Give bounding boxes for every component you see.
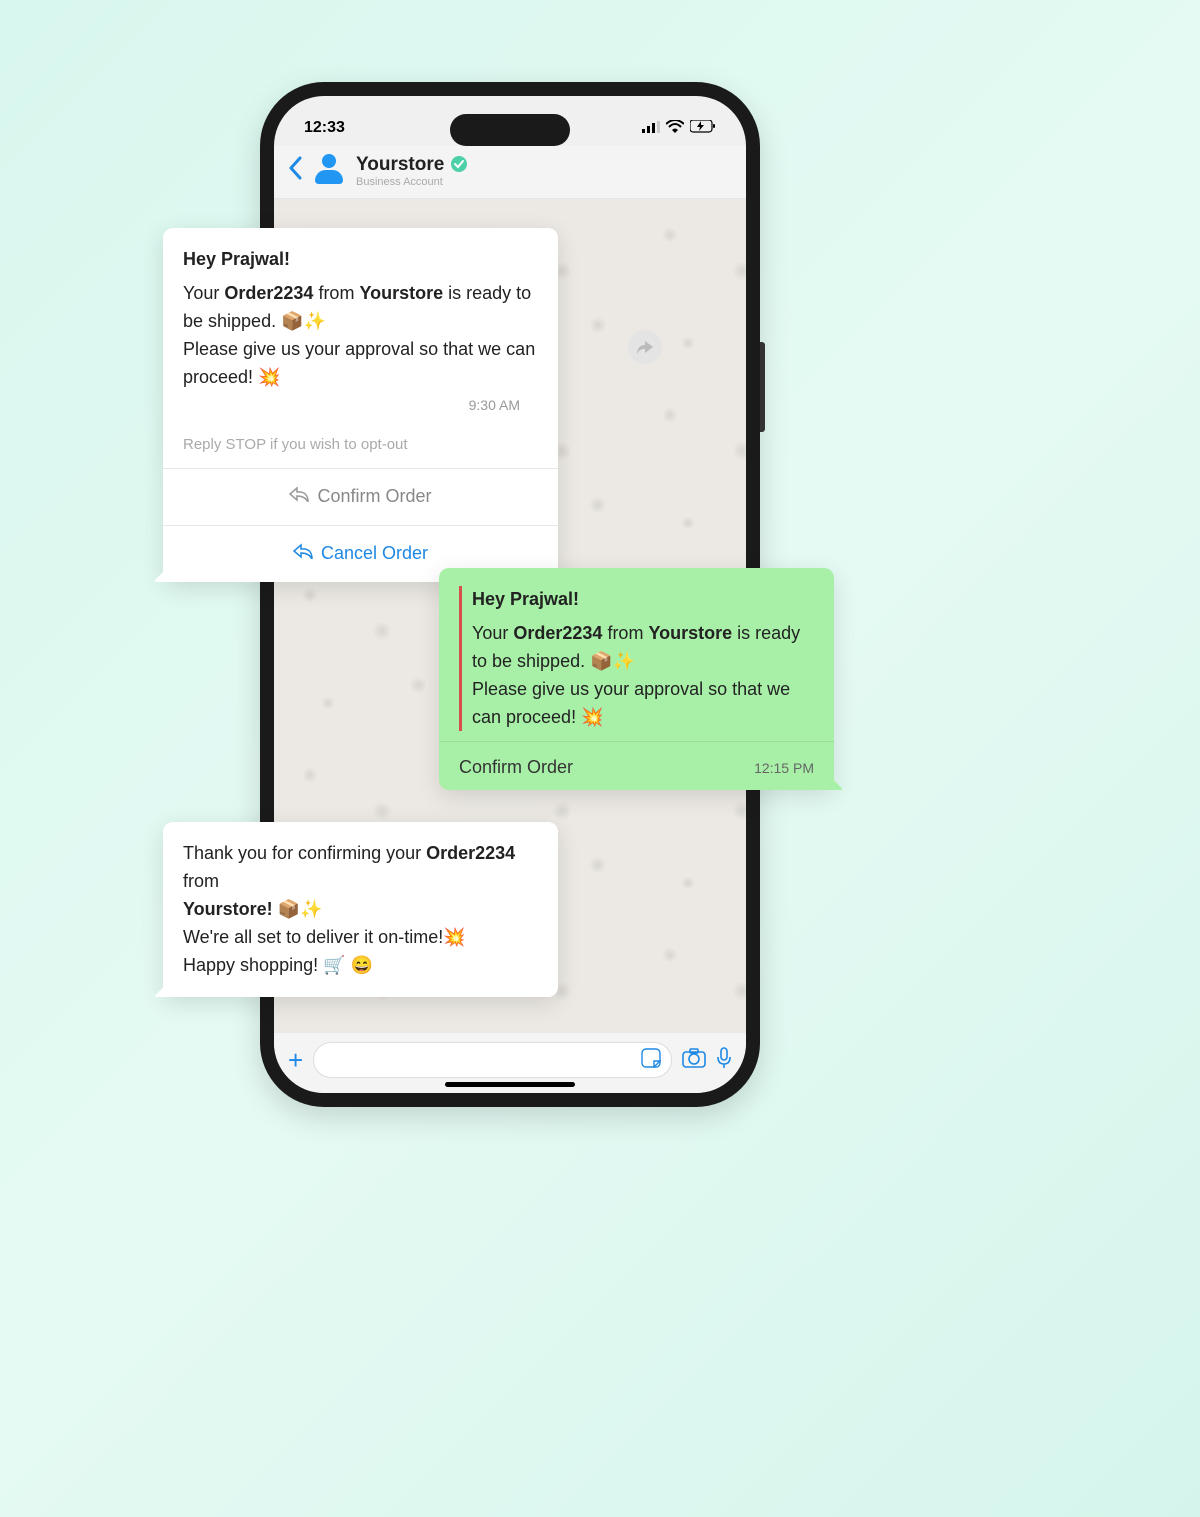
msg2-greeting: Hey Prajwal! [472,586,814,614]
msg3-line3: We're all set to deliver it on-time!💥 [183,924,538,952]
contact-subtitle: Business Account [356,176,468,188]
msg1-line2: Please give us your approval so that we … [183,336,538,392]
msg3-line1: Thank you for confirming your Order2234 … [183,840,538,896]
camera-icon[interactable] [682,1048,706,1073]
msg2-timestamp: 12:15 PM [754,758,814,780]
incoming-message-card: Hey Prajwal! Your Order2234 from Yoursto… [163,228,558,582]
reply-icon [289,483,309,511]
outgoing-reply-card: Hey Prajwal! Your Order2234 from Yoursto… [439,568,834,790]
msg1-line1: Your Order2234 from Yourstore is ready t… [183,280,538,336]
msg3-line4: Happy shopping! 🛒 😄 [183,952,538,980]
selected-reply-row: Confirm Order 12:15 PM [439,741,834,790]
contact-avatar[interactable] [312,154,346,188]
msg2-line1: Your Order2234 from Yourstore is ready t… [472,620,814,676]
status-time: 12:33 [304,119,345,137]
confirm-order-label: Confirm Order [317,483,431,511]
incoming-confirmation-card: Thank you for confirming your Order2234 … [163,822,558,997]
quoted-message: Hey Prajwal! Your Order2234 from Yoursto… [459,586,814,731]
reply-icon [293,540,313,568]
verified-badge-icon [450,155,468,176]
dynamic-island [450,114,570,146]
chat-header: Yourstore Business Account [274,146,746,199]
forward-icon[interactable] [628,330,662,364]
wifi-icon [666,120,684,137]
attach-button[interactable]: + [288,1045,303,1076]
battery-icon [690,120,716,137]
microphone-icon[interactable] [716,1047,732,1074]
sticker-icon[interactable] [641,1048,661,1073]
contact-info[interactable]: Yourstore Business Account [356,154,468,188]
msg3-line2: Yourstore! 📦✨ [183,896,538,924]
status-icons [642,120,716,137]
selected-reply-text: Confirm Order [459,754,573,782]
back-button[interactable] [288,155,302,187]
msg1-greeting: Hey Prajwal! [183,246,538,274]
confirm-order-button[interactable]: Confirm Order [163,468,558,525]
phone-side-button [760,342,765,432]
msg1-optout: Reply STOP if you wish to opt-out [163,427,558,468]
cancel-order-label: Cancel Order [321,540,428,568]
signal-icon [642,120,660,137]
msg2-line2: Please give us your approval so that we … [472,676,814,732]
home-indicator[interactable] [445,1082,575,1087]
msg1-timestamp: 9:30 AM [183,395,538,417]
contact-name-text: Yourstore [356,154,444,176]
message-input[interactable] [313,1042,672,1078]
